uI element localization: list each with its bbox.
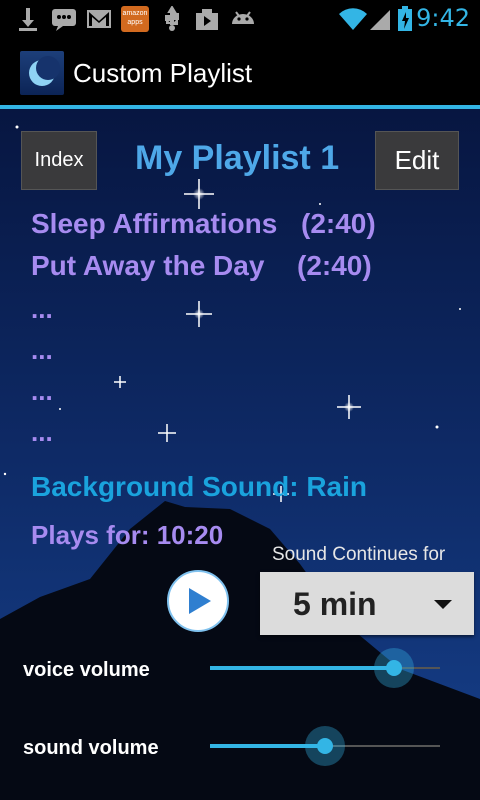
empty-track-slot[interactable]: ... xyxy=(31,294,53,325)
play-store-icon xyxy=(196,9,218,30)
track-name: Sleep Affirmations xyxy=(31,208,278,239)
sound-volume-slider[interactable] xyxy=(210,726,440,766)
sound-volume-label: sound volume xyxy=(23,737,159,759)
battery-icon xyxy=(398,6,412,31)
edit-button[interactable]: Edit xyxy=(375,131,459,190)
empty-track-slot[interactable]: ... xyxy=(31,417,53,448)
app-title: Custom Playlist xyxy=(73,58,253,88)
background-sound-label[interactable]: Background Sound: Rain xyxy=(31,471,367,503)
empty-track-slot[interactable]: ... xyxy=(31,335,53,366)
status-bar: amazon apps 9:42 xyxy=(0,0,480,38)
track-item[interactable]: Sleep Affirmations (2:40) xyxy=(31,208,376,240)
chevron-down-icon xyxy=(434,600,452,609)
status-time: 9:42 xyxy=(416,4,470,32)
track-item[interactable]: Put Away the Day (2:40) xyxy=(31,250,372,282)
dropdown-value: 5 min xyxy=(293,586,377,622)
play-button[interactable] xyxy=(167,570,229,632)
play-icon xyxy=(189,588,211,614)
signal-icon xyxy=(370,10,390,30)
wifi-icon xyxy=(339,8,367,30)
usb-icon xyxy=(165,6,179,31)
track-duration: (2:40) xyxy=(297,250,372,281)
moon-icon[interactable] xyxy=(20,51,64,95)
download-icon xyxy=(19,8,37,31)
main-content: Index My Playlist 1 Edit Sleep Affirmati… xyxy=(0,109,480,800)
slider-thumb[interactable] xyxy=(374,648,414,688)
voice-volume-label: voice volume xyxy=(23,659,150,681)
gmail-icon xyxy=(87,10,111,28)
sound-continues-dropdown[interactable]: 5 min xyxy=(260,572,474,635)
empty-track-slot[interactable]: ... xyxy=(31,376,53,407)
track-name: Put Away the Day xyxy=(31,250,265,281)
sound-continues-label: Sound Continues for xyxy=(272,544,446,565)
android-icon xyxy=(232,11,254,24)
chat-icon xyxy=(52,9,76,31)
slider-thumb[interactable] xyxy=(305,726,345,766)
voice-volume-slider[interactable] xyxy=(210,648,440,688)
slider-fill xyxy=(210,666,394,670)
playlist-title: My Playlist 1 xyxy=(135,139,340,177)
index-button[interactable]: Index xyxy=(21,131,97,190)
amazon-appstore-icon: amazon apps xyxy=(121,6,149,32)
track-duration: (2:40) xyxy=(301,208,376,239)
action-bar: Custom Playlist xyxy=(0,38,480,106)
plays-for-label: Plays for: 10:20 xyxy=(31,520,224,550)
